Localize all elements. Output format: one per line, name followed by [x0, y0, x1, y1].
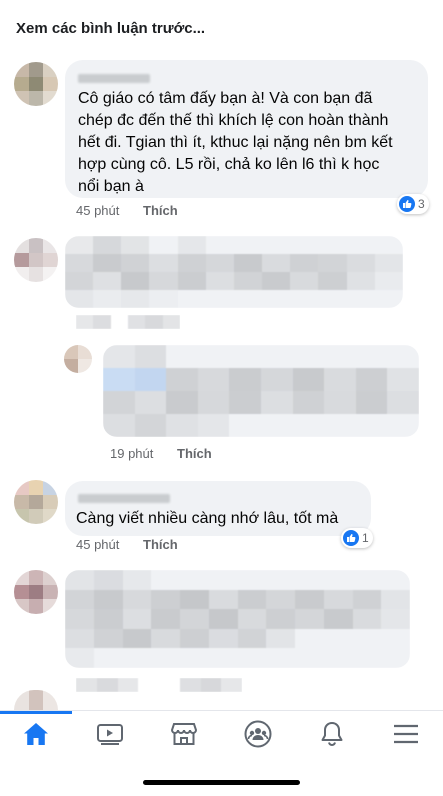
active-tab-indicator	[0, 711, 72, 714]
comment-time: 45 phút	[76, 203, 120, 218]
groups-icon	[244, 720, 272, 753]
blurred-reply	[103, 345, 419, 437]
watch-icon	[96, 723, 124, 750]
commenter-avatar-partial[interactable]	[14, 690, 58, 710]
commenter-avatar[interactable]	[14, 62, 58, 106]
comment-meta: 45 phút Thích	[76, 537, 178, 552]
groups-tab[interactable]	[240, 720, 276, 753]
comment-time: 45 phút	[76, 537, 120, 552]
reaction-count-text: 1	[362, 531, 369, 545]
marketplace-icon	[170, 721, 198, 752]
author-name-blurred[interactable]	[78, 74, 150, 83]
home-indicator	[143, 780, 300, 785]
blurred-comment	[65, 236, 403, 308]
menu-tab[interactable]	[388, 721, 424, 751]
like-button[interactable]: Thích	[143, 203, 178, 218]
blurred-meta	[76, 315, 180, 329]
comment-bubble: Cô giáo có tâm đấy bạn à! Và con bạn đã …	[65, 60, 428, 198]
reply-avatar[interactable]	[64, 345, 92, 373]
notifications-icon	[320, 721, 344, 752]
view-previous-comments-link[interactable]: Xem các bình luận trước...	[16, 20, 205, 37]
commenter-avatar[interactable]	[14, 480, 58, 524]
comment-text: Cô giáo có tâm đấy bạn à! Và con bạn đã …	[78, 90, 393, 195]
reaction-count[interactable]: 1	[341, 528, 373, 548]
watch-tab[interactable]	[92, 721, 128, 751]
blurred-comment	[65, 570, 410, 668]
reaction-count-text: 3	[418, 197, 425, 211]
comment-bubble: Càng viết nhiều càng nhớ lâu, tốt mà	[65, 481, 371, 536]
comment-text: Càng viết nhiều càng nhớ lâu, tốt mà	[76, 510, 339, 527]
comment-meta: 45 phút Thích	[76, 203, 178, 218]
author-name-blurred[interactable]	[78, 494, 170, 503]
blurred-meta	[76, 678, 242, 692]
commenter-avatar[interactable]	[14, 238, 58, 282]
menu-icon	[393, 723, 419, 750]
reaction-count[interactable]: 3	[397, 194, 429, 214]
home-icon	[23, 722, 49, 751]
thumbs-up-icon	[399, 196, 415, 212]
home-tab[interactable]	[18, 721, 54, 751]
marketplace-tab[interactable]	[166, 721, 202, 751]
thumbs-up-icon	[343, 530, 359, 546]
commenter-avatar[interactable]	[14, 570, 58, 614]
notifications-tab[interactable]	[314, 721, 350, 751]
like-button[interactable]: Thích	[143, 537, 178, 552]
like-button[interactable]: Thích	[177, 446, 212, 461]
reply-time: 19 phút	[110, 446, 154, 461]
reply-meta: 19 phút Thích	[110, 446, 212, 461]
